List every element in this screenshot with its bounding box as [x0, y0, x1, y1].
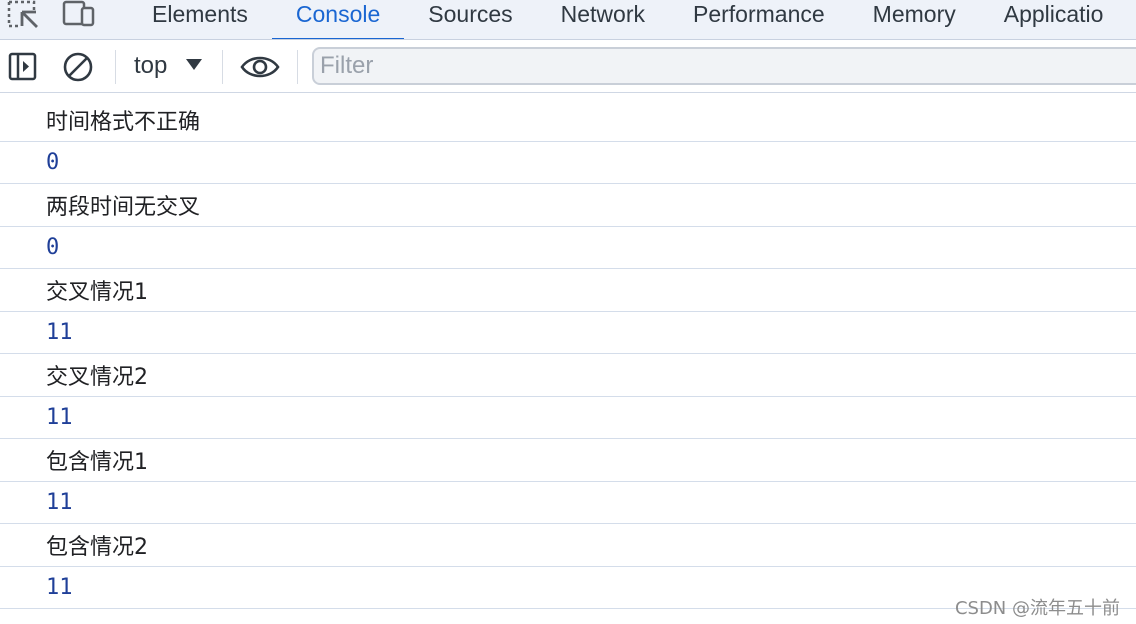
toolbar-separator [115, 50, 116, 84]
context-selector[interactable]: top [134, 52, 167, 80]
sidebar-toggle-icon[interactable] [8, 52, 38, 87]
tab-sources[interactable]: Sources [404, 0, 536, 39]
tab-memory[interactable]: Memory [849, 0, 980, 39]
console-message: 包含情况2 [0, 524, 1136, 567]
clear-console-icon[interactable] [62, 51, 94, 88]
console-message: 交叉情况2 [0, 354, 1136, 397]
console-messages: 时间格式不正确 0 两段时间无交叉 0 交叉情况1 11 交叉情况2 11 包含… [0, 99, 1136, 609]
tab-network[interactable]: Network [537, 0, 669, 39]
console-message: 时间格式不正确 [0, 99, 1136, 142]
tab-elements[interactable]: Elements [128, 0, 272, 39]
tab-performance[interactable]: Performance [669, 0, 849, 39]
console-message: 0 [0, 142, 1136, 184]
console-message: 11 [0, 312, 1136, 354]
console-toolbar: top [0, 40, 1136, 93]
console-message: 包含情况1 [0, 439, 1136, 482]
toolbar-separator [222, 50, 223, 84]
inspect-element-icon[interactable] [6, 0, 40, 35]
toolbar-separator [297, 50, 298, 84]
console-message: 两段时间无交叉 [0, 184, 1136, 227]
filter-input[interactable] [312, 47, 1136, 85]
watermark: CSDN @流年五十前 [954, 598, 1120, 619]
eye-icon[interactable] [240, 53, 280, 86]
console-message: 交叉情况1 [0, 269, 1136, 312]
device-toolbar-icon[interactable] [60, 0, 96, 35]
console-message: 11 [0, 397, 1136, 439]
tab-console[interactable]: Console [271, 0, 405, 39]
devtools-tab-bar: Elements Console Sources Network Perform… [0, 0, 1136, 40]
chevron-down-icon[interactable] [185, 58, 203, 77]
tab-application[interactable]: Applicatio [980, 0, 1128, 39]
panel-tabs: Elements Console Sources Network Perform… [128, 0, 1128, 39]
console-message: 0 [0, 227, 1136, 269]
console-message: 11 [0, 482, 1136, 524]
